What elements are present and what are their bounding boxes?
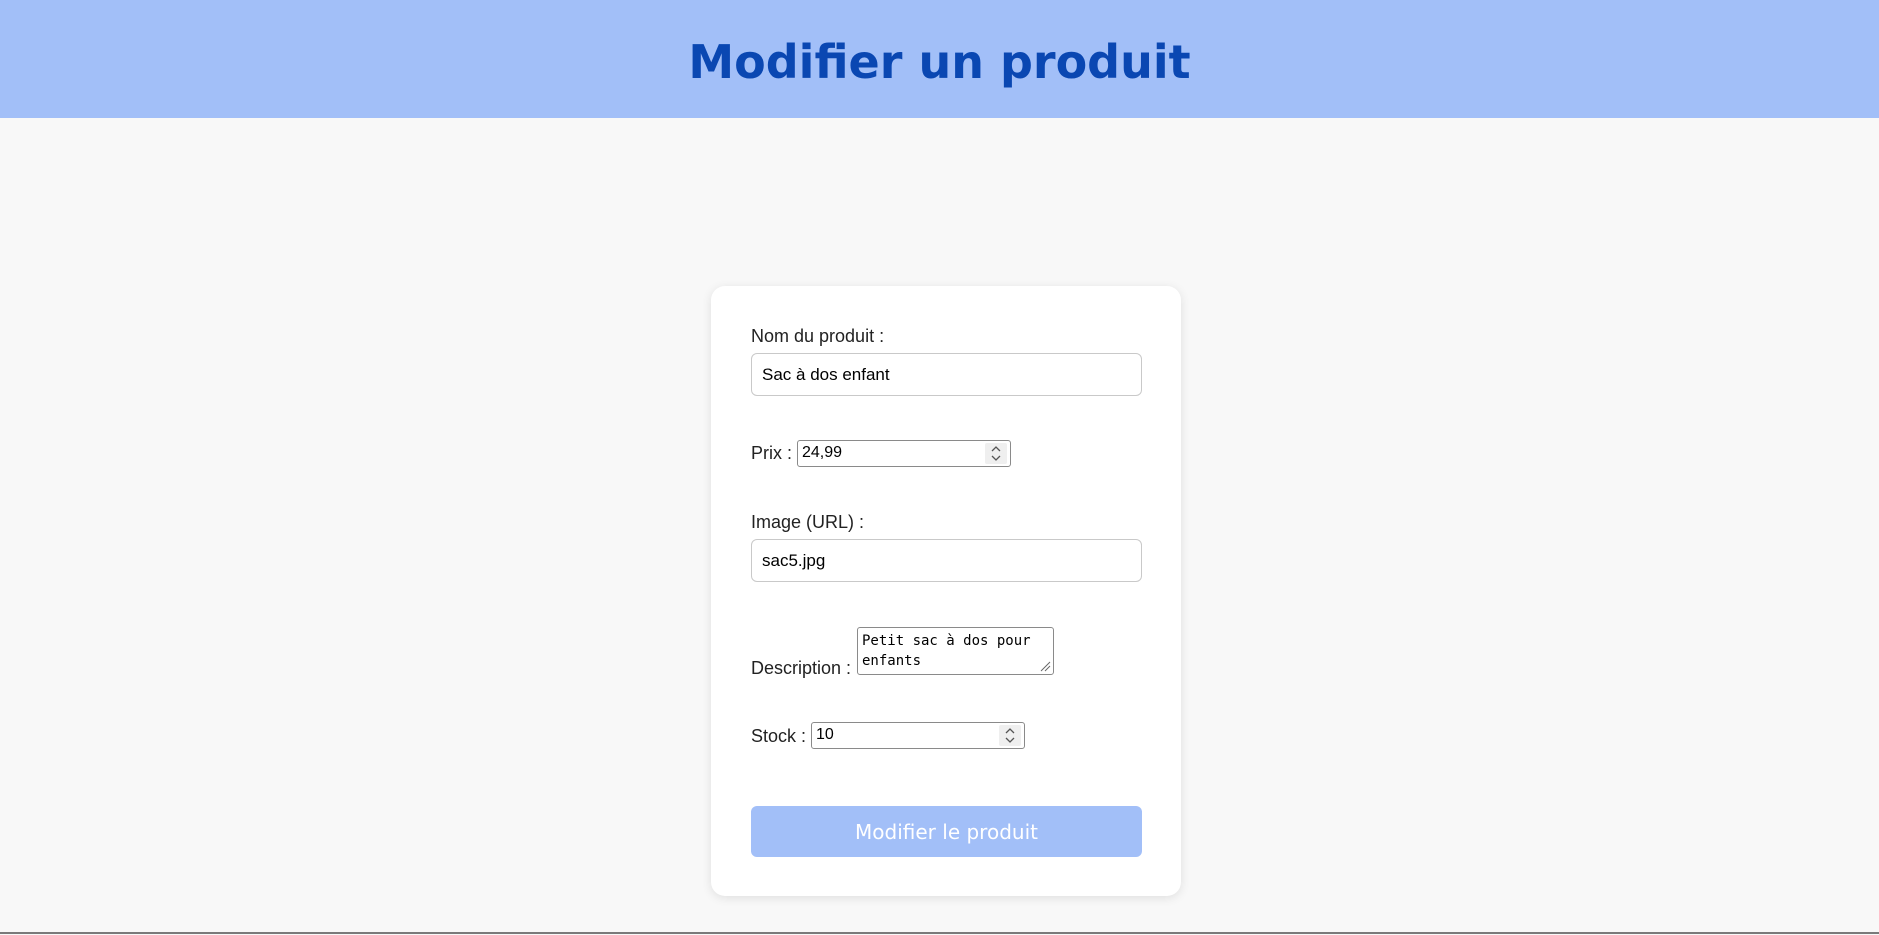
price-spinner[interactable]	[985, 443, 1007, 464]
price-label: Prix :	[751, 443, 793, 463]
description-line-2: enfants	[862, 653, 922, 669]
submit-button[interactable]: Modifier le produit	[751, 806, 1142, 857]
product-name-input[interactable]	[751, 353, 1142, 396]
bottom-divider	[0, 932, 1879, 934]
product-name-label: Nom du produit :	[751, 326, 885, 346]
resize-handle-icon[interactable]	[1039, 660, 1051, 672]
page-header: Modifier un produit	[0, 0, 1879, 118]
description-label: Description :	[751, 658, 852, 678]
edit-product-form: Nom du produit : Prix : 24,99 Image (URL…	[711, 286, 1181, 896]
description-line-1: Petit sac à dos pour	[862, 633, 1031, 649]
price-value: 24,99	[802, 444, 843, 461]
stock-value: 10	[816, 726, 834, 743]
chevron-up-down-icon	[991, 446, 1001, 461]
description-textarea[interactable]: Petit sac à dos pour enfants	[857, 627, 1054, 675]
image-url-input[interactable]	[751, 539, 1142, 582]
image-url-label: Image (URL) :	[751, 512, 865, 532]
price-input[interactable]: 24,99	[797, 440, 1011, 467]
stock-label: Stock :	[751, 726, 807, 746]
chevron-up-down-icon	[1005, 728, 1015, 743]
stock-spinner[interactable]	[999, 725, 1021, 746]
page-title: Modifier un produit	[688, 35, 1191, 89]
stock-input[interactable]: 10	[811, 722, 1025, 749]
